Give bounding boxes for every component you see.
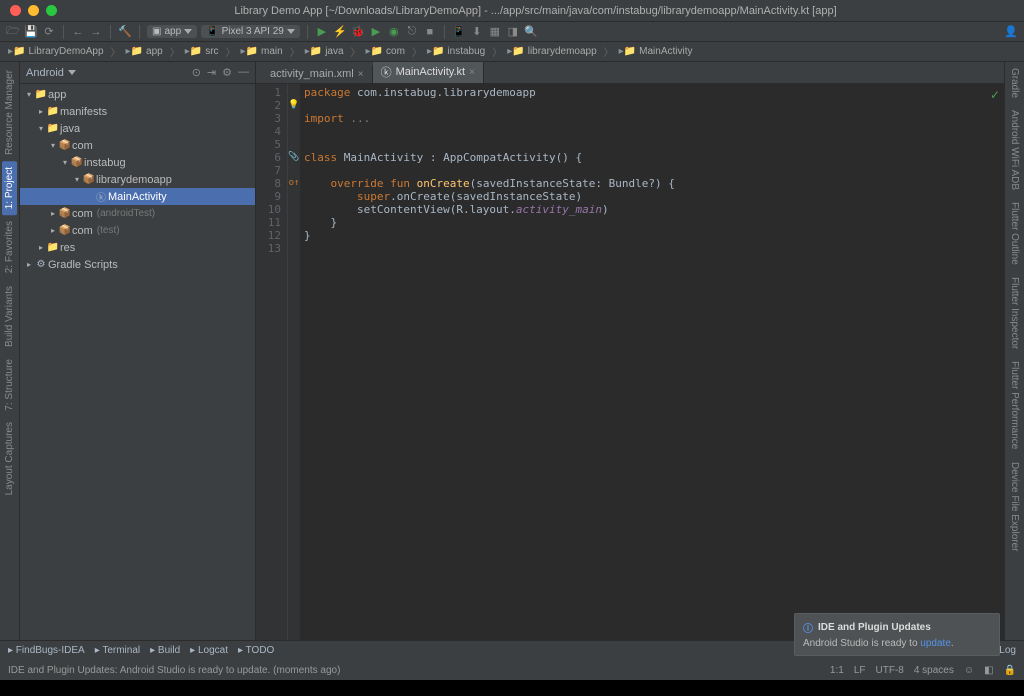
left-tool-1-project[interactable]: 1: Project (2, 161, 17, 215)
status-bar: IDE and Plugin Updates: Android Studio i… (0, 660, 1024, 680)
search-icon[interactable]: 🔍 (524, 25, 538, 39)
breadcrumb-item[interactable]: ▸📁LibraryDemoApp (6, 46, 106, 57)
project-view-mode[interactable]: Android (26, 67, 64, 79)
analysis-ok-icon: ✓ (990, 88, 1000, 102)
tree-node[interactable]: ▸📁res (20, 239, 255, 256)
assistant-icon[interactable]: ◨ (506, 25, 520, 39)
debug-icon[interactable]: 🐞 (351, 25, 365, 39)
sync-icon[interactable]: ⟳ (42, 25, 56, 39)
notification-popup[interactable]: ⓘIDE and Plugin Updates Android Studio i… (794, 613, 1000, 656)
apply-changes-icon[interactable]: ⚡ (333, 25, 347, 39)
right-tool-device-file-explorer[interactable]: Device File Explorer (1007, 456, 1022, 557)
bottom-tool-findbugs-idea[interactable]: ▸ FindBugs-IDEA (8, 645, 85, 656)
right-tool-flutter-inspector[interactable]: Flutter Inspector (1007, 271, 1022, 355)
caret-position[interactable]: 1:1 (830, 665, 844, 676)
editor-area: activity_main.xml×ⓚMainActivity.kt× 1234… (256, 62, 1004, 640)
breadcrumb-bar: ▸📁LibraryDemoApp〉▸📁app〉▸📁src〉▸📁main〉▸📁ja… (0, 42, 1024, 62)
breadcrumb-item[interactable]: 〉▸📁main (222, 44, 285, 59)
left-tool-build-variants[interactable]: Build Variants (2, 280, 17, 353)
left-tool-strip: Resource Manager1: Project2: FavoritesBu… (0, 62, 20, 640)
sdk-icon[interactable]: ⬇ (470, 25, 484, 39)
open-icon[interactable]: 🗁 (6, 25, 20, 39)
right-tool-android-wifi-adb[interactable]: Android WiFi ADB (1007, 104, 1022, 196)
stop-icon[interactable]: ■ (423, 25, 437, 39)
save-icon[interactable]: 💾 (24, 25, 38, 39)
tree-node[interactable]: ▾📦com (20, 137, 255, 154)
window-title: Library Demo App [~/Downloads/LibraryDem… (57, 5, 1014, 17)
forward-icon[interactable]: → (89, 25, 103, 39)
attach-debugger-icon[interactable]: ⎋ (405, 25, 419, 39)
left-tool-2-favorites[interactable]: 2: Favorites (2, 215, 17, 279)
project-settings-icon[interactable]: ⊙ (192, 66, 201, 79)
bottom-tool-build[interactable]: ▸ Build (150, 645, 180, 656)
code-editor[interactable]: 12345678910111213 💡📎o↑ package com.insta… (256, 84, 1004, 640)
gear-icon[interactable]: ⚙ (222, 66, 232, 79)
info-icon: ⓘ (803, 620, 813, 635)
memory-icon[interactable]: ◧ (984, 665, 993, 676)
tree-node[interactable]: ▸⚙Gradle Scripts (20, 256, 255, 273)
tree-node[interactable]: ▾📦librarydemoapp (20, 171, 255, 188)
breadcrumb-item[interactable]: 〉▸📁librarydemoapp (488, 44, 598, 59)
left-tool-layout-captures[interactable]: Layout Captures (2, 416, 17, 501)
tree-node[interactable]: ▸📦com(test) (20, 222, 255, 239)
right-tool-gradle[interactable]: Gradle (1007, 62, 1022, 104)
left-tool-resource-manager[interactable]: Resource Manager (2, 64, 17, 161)
tree-node[interactable]: ⓚMainActivity (20, 188, 255, 205)
right-tool-flutter-outline[interactable]: Flutter Outline (1007, 196, 1022, 271)
bottom-tool-todo[interactable]: ▸ TODO (238, 645, 274, 656)
device-selector[interactable]: 📱 Pixel 3 API 29 (201, 25, 300, 38)
right-tool-strip: GradleAndroid WiFi ADBFlutter OutlineFlu… (1004, 62, 1024, 640)
profile-icon[interactable]: ◉ (387, 25, 401, 39)
lock-icon[interactable]: 🔒 (1004, 665, 1016, 676)
bottom-tool-logcat[interactable]: ▸ Logcat (190, 645, 228, 656)
status-message: IDE and Plugin Updates: Android Studio i… (8, 665, 340, 676)
editor-tabs: activity_main.xml×ⓚMainActivity.kt× (256, 62, 1004, 84)
right-tool-flutter-performance[interactable]: Flutter Performance (1007, 355, 1022, 455)
tree-node[interactable]: ▸📦com(androidTest) (20, 205, 255, 222)
breadcrumb-item[interactable]: 〉▸📁MainActivity (600, 44, 695, 59)
avd-icon[interactable]: 📱 (452, 25, 466, 39)
update-link[interactable]: update (920, 638, 951, 649)
editor-tab[interactable]: activity_main.xml× (258, 65, 373, 83)
minimize-window-icon[interactable] (28, 5, 39, 16)
hide-icon[interactable]: — (238, 66, 249, 79)
line-separator[interactable]: LF (854, 665, 866, 676)
breadcrumb-item[interactable]: 〉▸📁src (166, 44, 221, 59)
maximize-window-icon[interactable] (46, 5, 57, 16)
layout-inspector-icon[interactable]: ▦ (488, 25, 502, 39)
titlebar: Library Demo App [~/Downloads/LibraryDem… (0, 0, 1024, 22)
run-config-selector[interactable]: ▣ app (147, 25, 197, 38)
back-icon[interactable]: ← (71, 25, 85, 39)
run-icon[interactable]: ▶ (315, 25, 329, 39)
tree-node[interactable]: ▾📦instabug (20, 154, 255, 171)
bottom-tool-terminal[interactable]: ▸ Terminal (95, 645, 140, 656)
breadcrumb-item[interactable]: 〉▸📁instabug (408, 44, 487, 59)
breadcrumb-item[interactable]: 〉▸📁java (286, 44, 346, 59)
user-icon[interactable]: 👤 (1004, 25, 1018, 39)
breadcrumb-item[interactable]: 〉▸📁app (107, 44, 165, 59)
tree-node[interactable]: ▸📁manifests (20, 103, 255, 120)
file-encoding[interactable]: UTF-8 (876, 665, 904, 676)
project-panel: Android ⊙ ⇥ ⚙ — ▾📁app▸📁manifests▾📁java▾📦… (20, 62, 256, 640)
inspections-icon[interactable]: ☺ (964, 665, 974, 676)
left-tool-7-structure[interactable]: 7: Structure (2, 353, 17, 417)
close-tab-icon[interactable]: × (469, 67, 475, 78)
close-tab-icon[interactable]: × (358, 69, 364, 80)
collapse-icon[interactable]: ⇥ (207, 66, 216, 79)
build-icon[interactable]: 🔨 (118, 25, 132, 39)
project-tree[interactable]: ▾📁app▸📁manifests▾📁java▾📦com▾📦instabug▾📦l… (20, 84, 255, 640)
indent-setting[interactable]: 4 spaces (914, 665, 954, 676)
close-window-icon[interactable] (10, 5, 21, 16)
main-toolbar: 🗁 💾 ⟳ ← → 🔨 ▣ app 📱 Pixel 3 API 29 ▶ ⚡ 🐞… (0, 22, 1024, 42)
breadcrumb-item[interactable]: 〉▸📁com (347, 44, 407, 59)
editor-tab[interactable]: ⓚMainActivity.kt× (373, 62, 484, 83)
tree-node[interactable]: ▾📁app (20, 86, 255, 103)
coverage-icon[interactable]: ▶ (369, 25, 383, 39)
tree-node[interactable]: ▾📁java (20, 120, 255, 137)
